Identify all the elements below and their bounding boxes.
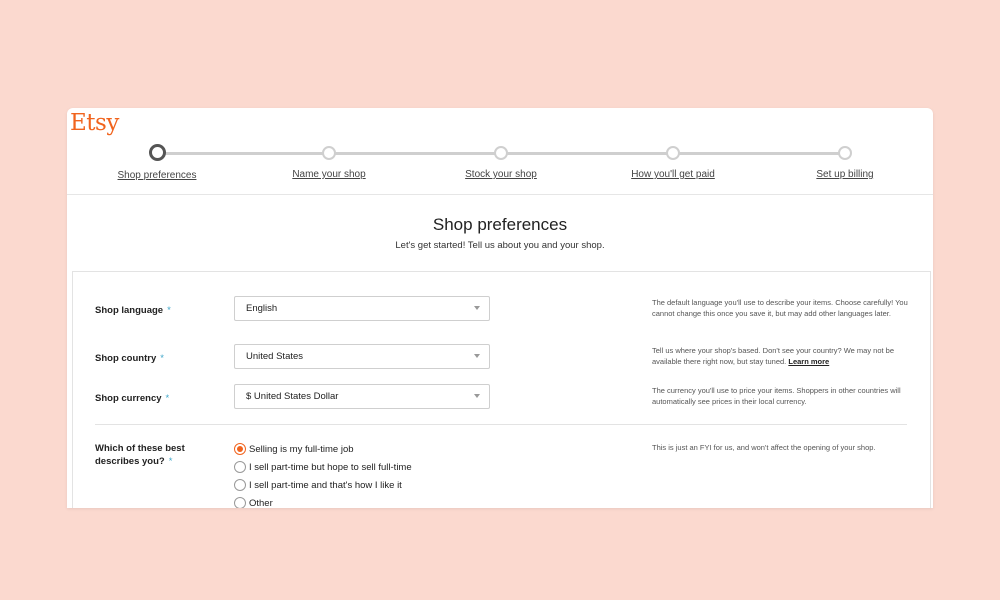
shop-country-select[interactable]: United States: [234, 344, 490, 369]
shop-language-help: The default language you'll use to descr…: [652, 298, 908, 318]
chevron-down-icon: [474, 306, 480, 310]
step-dot-icon: [666, 146, 680, 160]
shop-preferences-form: Shop language * English The default langu…: [72, 271, 931, 508]
setup-window: Etsy Shop preferences Name your shop Sto…: [67, 108, 933, 508]
shop-language-select[interactable]: English: [234, 296, 490, 321]
step-label[interactable]: Set up billing: [816, 169, 873, 180]
radio-checked-icon[interactable]: [234, 443, 246, 455]
radio-label: Selling is my full-time job: [249, 443, 354, 455]
radio-option-part-time-hope[interactable]: I sell part-time but hope to sell full-t…: [234, 458, 412, 476]
shop-currency-select[interactable]: $ United States Dollar: [234, 384, 490, 409]
radio-option-full-time[interactable]: Selling is my full-time job: [234, 440, 412, 458]
form-divider: [95, 424, 907, 425]
shop-currency-help: The currency you'll use to price your it…: [652, 386, 901, 406]
radio-option-part-time-like[interactable]: I sell part-time and that's how I like i…: [234, 476, 412, 494]
step-stock-your-shop[interactable]: Stock your shop: [431, 144, 571, 182]
learn-more-link[interactable]: Learn more: [788, 357, 829, 366]
header-divider: [67, 194, 933, 195]
chevron-down-icon: [474, 394, 480, 398]
shop-country-value: United States: [246, 351, 304, 362]
step-shop-preferences[interactable]: Shop preferences: [87, 144, 227, 183]
radio-label: I sell part-time and that's how I like i…: [249, 479, 402, 491]
required-marker: *: [160, 353, 164, 364]
step-dot-icon: [322, 146, 336, 160]
radio-option-other[interactable]: Other: [234, 494, 412, 508]
chevron-down-icon: [474, 354, 480, 358]
step-name-your-shop[interactable]: Name your shop: [259, 144, 399, 182]
describes-you-help: This is just an FYI for us, and won't af…: [652, 443, 876, 452]
shop-country-help: Tell us where your shop's based. Don't s…: [652, 346, 895, 366]
step-dot-icon: [494, 146, 508, 160]
required-marker: *: [168, 456, 173, 467]
shop-language-value: English: [246, 303, 278, 314]
shop-country-label: Shop country *: [95, 353, 164, 364]
required-marker: *: [167, 305, 171, 316]
page-title: Shop preferences: [432, 215, 568, 234]
step-set-up-billing[interactable]: Set up billing: [775, 144, 915, 182]
progress-stepper: Shop preferences Name your shop Stock yo…: [67, 144, 933, 194]
page-subtitle: Let's get started! Tell us about you and…: [395, 240, 605, 251]
radio-unchecked-icon[interactable]: [234, 497, 246, 508]
shop-currency-value: $ United States Dollar: [246, 391, 339, 402]
radio-unchecked-icon[interactable]: [234, 479, 246, 491]
step-label[interactable]: How you'll get paid: [631, 169, 715, 180]
describes-you-radio-group: Selling is my full-time job I sell part-…: [234, 440, 412, 508]
radio-label: I sell part-time but hope to sell full-t…: [249, 461, 412, 473]
radio-unchecked-icon[interactable]: [234, 461, 246, 473]
shop-language-label: Shop language *: [95, 305, 171, 316]
step-label[interactable]: Stock your shop: [465, 169, 537, 180]
step-dot-active-icon: [148, 144, 166, 161]
required-marker: *: [165, 393, 170, 404]
step-dot-icon: [838, 146, 852, 160]
step-how-youll-get-paid[interactable]: How you'll get paid: [603, 144, 743, 182]
etsy-logo[interactable]: Etsy: [70, 110, 119, 136]
radio-label: Other: [249, 497, 273, 509]
step-label[interactable]: Name your shop: [292, 169, 365, 180]
step-label[interactable]: Shop preferences: [118, 170, 197, 181]
shop-currency-label: Shop currency *: [95, 393, 170, 404]
describes-you-label: Which of these best describes you? *: [95, 443, 185, 467]
